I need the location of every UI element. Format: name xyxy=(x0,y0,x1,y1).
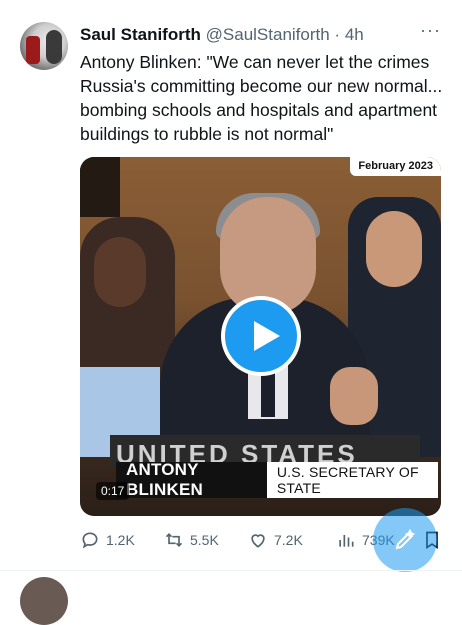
compose-button[interactable] xyxy=(373,508,437,572)
timestamp[interactable]: 4h xyxy=(345,25,364,44)
like-icon xyxy=(251,534,265,548)
video-person-face xyxy=(94,237,146,307)
tweet-header: Saul Staniforth @SaulStaniforth · 4h xyxy=(80,24,364,46)
speaker-hand xyxy=(330,367,378,425)
play-icon xyxy=(254,321,280,351)
reply-button[interactable]: 1.2K xyxy=(80,530,135,550)
author-handle[interactable]: @SaulStaniforth xyxy=(206,25,330,44)
video-duration: 0:17 xyxy=(96,482,130,500)
retweet-button[interactable]: 5.5K xyxy=(164,530,219,550)
more-icon[interactable]: ··· xyxy=(420,20,441,41)
reply-icon xyxy=(82,532,98,549)
like-button[interactable]: 7.2K xyxy=(248,530,303,550)
retweet-icon xyxy=(165,532,183,548)
lower-third-name: ANTONY BLINKEN xyxy=(116,460,267,499)
avatar-figure xyxy=(26,36,40,64)
tweet-text: Antony Blinken: "We can never let the cr… xyxy=(80,52,443,144)
compose-icon xyxy=(395,528,416,550)
next-tweet-avatar[interactable] xyxy=(20,577,68,625)
like-count: 7.2K xyxy=(274,532,303,548)
separator: · xyxy=(334,25,341,44)
play-button[interactable] xyxy=(221,296,301,376)
divider xyxy=(0,570,462,571)
views-icon xyxy=(339,535,354,547)
date-badge: February 2023 xyxy=(350,157,441,176)
lower-third-title: U.S. SECRETARY OF STATE xyxy=(276,464,419,496)
author-name[interactable]: Saul Staniforth xyxy=(80,25,201,44)
lower-third: ANTONY BLINKEN U.S. SECRETARY OF STATE xyxy=(116,460,438,499)
avatar[interactable] xyxy=(20,22,68,70)
tweet[interactable]: Saul Staniforth @SaulStaniforth · 4h ···… xyxy=(0,0,462,625)
avatar-figure xyxy=(46,30,62,64)
reply-count: 1.2K xyxy=(106,532,135,548)
retweet-count: 5.5K xyxy=(190,532,219,548)
video-player[interactable]: UNITED STATES ANTONY BLINKEN U.S. SECRET… xyxy=(80,157,441,516)
video-frame-shadow xyxy=(80,157,120,217)
video-person-face xyxy=(366,211,422,287)
